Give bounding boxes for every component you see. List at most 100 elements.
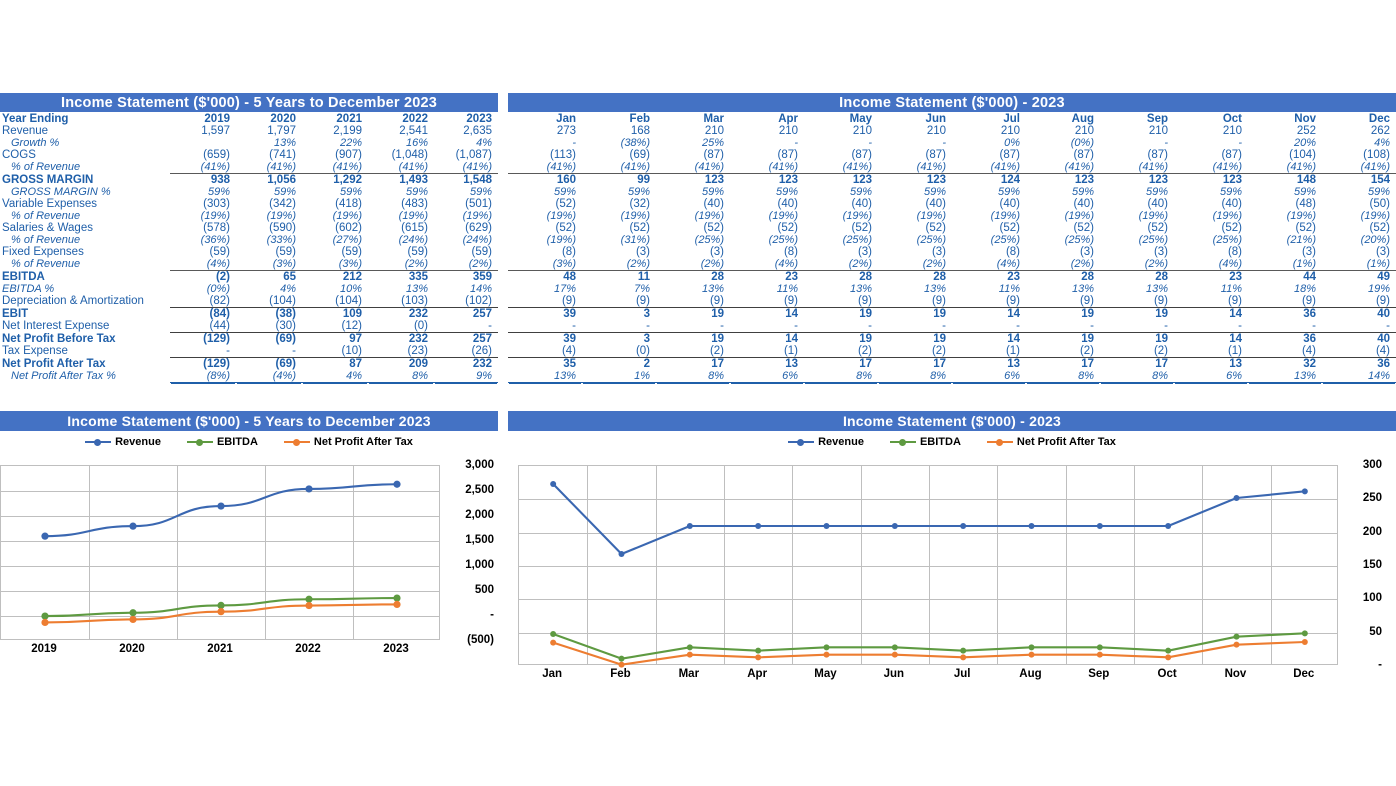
data-point	[550, 481, 557, 487]
table-cell: 20%	[1293, 137, 1316, 149]
monthly-statement-title: Income Statement ($'000) - 2023	[508, 93, 1396, 112]
legend-item: EBITDA	[186, 436, 258, 448]
table-row: Growth % 13% 22% 16% 4%	[0, 137, 498, 149]
table-cell: (19%)	[398, 210, 428, 222]
table-row: 160 99 123 123 123 123 124 123 123 123 148 154	[508, 173, 1396, 186]
data-point	[891, 644, 898, 651]
row-label: EBIT	[2, 307, 29, 320]
table-cell: (9)	[1005, 295, 1020, 307]
table-cell: 59%	[273, 186, 296, 198]
table-cell: 40	[1322, 307, 1396, 320]
table-row: 17% 7% 13% 11% 13% 13% 11% 13% 13% 11% 18% 19%	[508, 283, 1396, 295]
table-cell: (52)	[777, 222, 798, 234]
chart-series-layer	[41, 480, 401, 627]
data-point	[305, 595, 313, 603]
table-row: Variable Expenses (303) (342) (418) (483) (50…	[0, 198, 498, 210]
table-cell: 1,292	[302, 173, 368, 186]
data-point	[41, 532, 49, 540]
table-cell: 59%	[1219, 186, 1242, 198]
data-point	[618, 655, 625, 662]
table-cell: 257	[434, 332, 498, 345]
table-cell: (87)	[1073, 149, 1094, 161]
table-cell: (40)	[999, 198, 1020, 210]
table-cell: 59%	[339, 186, 362, 198]
legend-label: Net Profit After Tax	[1016, 436, 1116, 448]
monthly-chart-legend: Revenue EBITDA Net Profit After Tax	[508, 431, 1396, 453]
column-header-2022: 2022	[402, 113, 428, 125]
table-cell: (129)	[170, 332, 236, 345]
table-cell: 123	[804, 173, 878, 186]
table-cell: 6%	[730, 370, 804, 383]
table-cell: 8%	[1026, 370, 1100, 383]
table-cell: (87)	[703, 149, 724, 161]
table-cell: (87)	[777, 149, 798, 161]
table-cell: 23	[730, 270, 804, 283]
table-cell: -	[942, 137, 946, 149]
table-row: GROSS MARGIN 938 1,056 1,292 1,493 1,548	[0, 173, 498, 186]
data-point	[41, 618, 49, 627]
table-cell: 11	[582, 270, 656, 283]
table-cell: (40)	[1221, 198, 1242, 210]
table-cell: 59%	[1367, 186, 1390, 198]
table-cell: 48	[508, 270, 582, 283]
table-cell: (40)	[851, 198, 872, 210]
table-cell: (25%)	[1138, 234, 1168, 246]
data-point	[1233, 633, 1240, 640]
x-axis-tick-label: 2019	[31, 643, 57, 655]
table-cell: (19%)	[200, 210, 230, 222]
table-cell: 19	[804, 307, 878, 320]
table-cell: 938	[170, 173, 236, 186]
table-row: COGS (659) (741) (907) (1,048) (1,087)	[0, 149, 498, 161]
table-row: (4) (0) (2) (1) (2) (2) (1) (2) (2) (1) (4) (4)	[508, 345, 1396, 358]
table-cell: 4%	[280, 283, 296, 295]
table-cell: (48)	[1295, 198, 1316, 210]
table-cell: 59%	[997, 186, 1020, 198]
table-cell: (129)	[170, 357, 236, 370]
x-axis: 2019 2020 2021 2022 2023	[0, 643, 440, 655]
table-cell: 25%	[701, 137, 724, 149]
table-cell: 59%	[553, 186, 576, 198]
table-cell: (31%)	[620, 234, 650, 246]
table-cell: 1,597	[201, 125, 230, 137]
table-cell: (41%)	[620, 161, 650, 173]
table-cell: 28	[656, 270, 730, 283]
table-cell: (8)	[561, 246, 576, 258]
data-point	[1028, 644, 1035, 651]
annual-chart-panel: Income Statement ($'000) - 5 Years to De…	[0, 411, 498, 683]
table-row: (19%) (19%) (19%) (19%) (19%) (19%) (19%) (19%)…	[508, 210, 1396, 222]
table-cell: (2%)	[922, 258, 946, 270]
table-cell: 1%	[582, 370, 656, 383]
table-cell: (9)	[561, 295, 576, 307]
table-cell: 123	[1100, 173, 1174, 186]
table-cell: (41%)	[990, 161, 1020, 173]
table-cell: (2%)	[626, 258, 650, 270]
table-cell: (104)	[269, 295, 296, 307]
table-row: Net Profit After Tax (129) (69) 87 209 232	[0, 357, 498, 370]
table-cell: 35	[508, 357, 582, 370]
table-cell: (2)	[1079, 345, 1094, 357]
table-cell: 252	[1296, 125, 1316, 137]
table-cell: 22%	[339, 137, 362, 149]
data-point	[686, 644, 693, 651]
data-point	[618, 551, 625, 557]
monthly-chart-title: Income Statement ($'000) - 2023	[508, 411, 1396, 431]
table-cell: (2)	[931, 345, 946, 357]
table-cell: (19%)	[266, 210, 296, 222]
annual-chart-legend: Revenue EBITDA Net Profit After Tax	[0, 431, 498, 453]
legend-marker-icon	[889, 437, 916, 447]
table-cell: (59)	[275, 246, 296, 258]
table-cell: 59%	[923, 186, 946, 198]
data-point	[1096, 523, 1103, 529]
data-point	[393, 594, 401, 602]
table-cell: -	[794, 137, 798, 149]
data-point	[686, 651, 693, 658]
legend-item: Revenue	[788, 436, 864, 448]
table-cell: (629)	[465, 222, 492, 234]
table-cell: (25%)	[768, 234, 798, 246]
table-cell: 8%	[656, 370, 730, 383]
table-cell: -	[1238, 137, 1242, 149]
x-axis-tick-label: Jan	[542, 668, 563, 680]
y-axis-tick-label: 3,000	[465, 459, 494, 471]
table-cell: (24%)	[462, 234, 492, 246]
table-cell: (52)	[851, 222, 872, 234]
